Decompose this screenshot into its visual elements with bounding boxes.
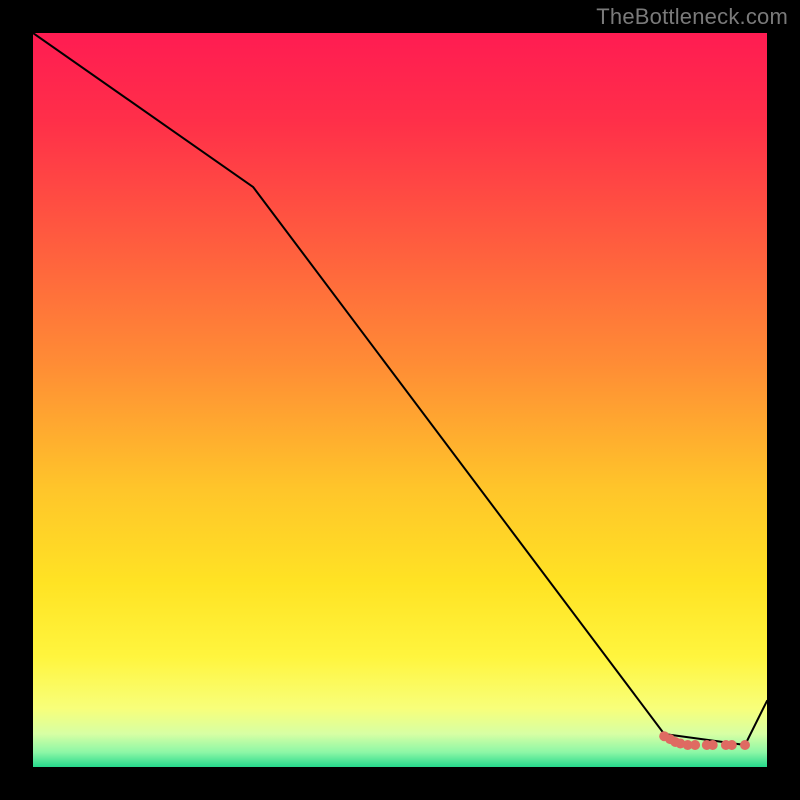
chart-background — [33, 33, 767, 767]
chart-dot — [690, 740, 700, 750]
watermark-text: TheBottleneck.com — [596, 4, 788, 30]
chart-dot — [740, 740, 750, 750]
chart-stage: TheBottleneck.com — [0, 0, 800, 800]
chart-dot — [708, 740, 718, 750]
chart-plot-area — [33, 33, 767, 767]
chart-svg — [33, 33, 767, 767]
chart-dot — [727, 740, 737, 750]
